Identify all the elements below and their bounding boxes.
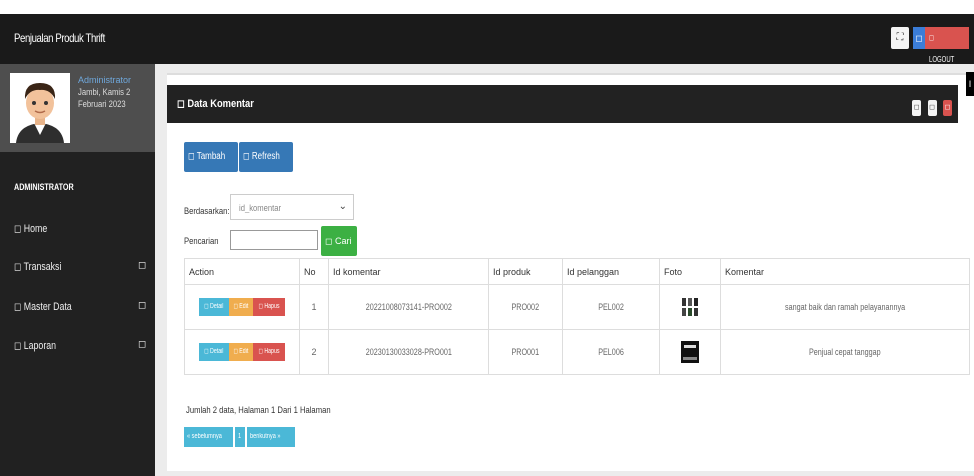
delete-button[interactable]: ◻ Hapus	[252, 298, 285, 316]
chevron-icon: ◻	[138, 300, 147, 311]
sidebar-item-transaksi[interactable]: ◻ Transaksi ◻	[0, 250, 155, 284]
filter-value: id_komentar	[239, 203, 282, 213]
close-icon[interactable]: ◻	[943, 100, 952, 116]
sidebar-item-label: ◻ Transaksi	[14, 261, 62, 273]
scroll-handle[interactable]: I	[966, 72, 974, 96]
id-pelanggan-text: PEL002	[598, 302, 624, 312]
delete-label: ◻ Hapus	[258, 303, 280, 310]
product-photo[interactable]	[681, 296, 699, 318]
page-label: 1	[238, 433, 242, 440]
cell-id-pelanggan: PEL006	[562, 329, 660, 375]
table-header: Id pelanggan	[562, 258, 660, 285]
user-icon-button[interactable]: ◻	[913, 27, 925, 49]
page-title: ◻ Data Komentar	[177, 98, 254, 110]
id-komentar-text: 20230130033028-PRO001	[365, 347, 452, 357]
top-navbar: Penjualan Produk Thrift ⛶ ◻ ◻ LOGOUT	[0, 14, 974, 64]
table-header: Action	[184, 258, 300, 285]
table-header: Foto	[659, 258, 721, 285]
search-input[interactable]	[230, 230, 318, 250]
table-row: ◻ Detail ◻ Edit ◻ Hapus 1 20221008073141-P…	[184, 284, 970, 330]
cell-photo	[659, 329, 721, 375]
add-label: ◻ Tambah	[188, 151, 226, 162]
maximize-icon[interactable]: ◻	[927, 100, 937, 116]
table-header: Id komentar	[328, 258, 489, 285]
filter-select[interactable]: id_komentar ⌄	[230, 194, 354, 220]
user-panel: Administrator Jambi, Kamis 2 Februari 20…	[0, 64, 155, 152]
avatar	[10, 73, 70, 143]
id-komentar-text: 20221008073141-PRO002	[365, 302, 452, 312]
chevron-icon: ◻	[138, 260, 147, 271]
sidebar: Administrator Jambi, Kamis 2 Februari 20…	[0, 64, 155, 476]
table-header: Komentar	[720, 258, 970, 285]
top-strip	[0, 0, 974, 14]
id-produk-text: PRO001	[511, 347, 540, 357]
sidebar-item-home[interactable]: ◻ Home	[0, 212, 155, 246]
cell-photo	[659, 284, 721, 330]
next-page-button[interactable]: berikutnya »	[247, 427, 295, 447]
detail-button[interactable]: ◻ Detail	[199, 298, 229, 316]
cell-id-komentar: 20221008073141-PRO002	[328, 284, 489, 330]
chevron-icon: ◻	[138, 339, 147, 350]
delete-button[interactable]: ◻ Hapus	[252, 343, 285, 361]
action-cell: ◻ Detail ◻ Edit ◻ Hapus	[184, 329, 300, 375]
edit-label: ◻ Edit	[233, 348, 249, 355]
cell-id-produk: PRO001	[488, 329, 563, 375]
id-produk-text: PRO002	[511, 302, 540, 312]
page-1-button[interactable]: 1	[235, 427, 245, 447]
table-header: Id produk	[488, 258, 563, 285]
sidebar-item-label: ◻ Laporan	[14, 340, 57, 352]
user-info: Administrator Jambi, Kamis 2 Februari 20…	[78, 74, 152, 110]
fullscreen-button[interactable]: ⛶	[891, 27, 909, 49]
user-date: Jambi, Kamis 2 Februari 2023	[78, 87, 131, 109]
komentar-text: Penjual cepat tanggap	[809, 347, 881, 357]
role-label: ADMINISTRATOR	[14, 182, 74, 192]
filter-label: Berdasarkan:	[184, 206, 230, 216]
sidebar-item-laporan[interactable]: ◻ Laporan ◻	[0, 329, 155, 363]
table-row: ◻ Detail ◻ Edit ◻ Hapus 2 20230130033028-P…	[184, 329, 970, 375]
prev-label: « sebelumnya	[187, 433, 222, 440]
cell-no: 1	[299, 284, 329, 330]
cell-id-produk: PRO002	[488, 284, 563, 330]
cell-komentar: Penjual cepat tanggap	[720, 329, 970, 375]
action-cell: ◻ Detail ◻ Edit ◻ Hapus	[184, 284, 300, 330]
sidebar-item-master-data[interactable]: ◻ Master Data ◻	[0, 290, 155, 324]
brand-title[interactable]: Penjualan Produk Thrift	[14, 31, 105, 45]
edit-button[interactable]: ◻ Edit	[228, 343, 253, 361]
comments-table: Action No Id komentar Id produk Id pelan…	[184, 258, 970, 375]
id-pelanggan-text: PEL006	[598, 347, 624, 357]
search-label: Pencarian	[184, 236, 219, 246]
refresh-label: ◻ Refresh	[243, 151, 280, 162]
cell-no: 2	[299, 329, 329, 375]
sidebar-item-label: ◻ Master Data	[14, 301, 72, 313]
cell-id-komentar: 20230130033028-PRO001	[328, 329, 489, 375]
detail-button[interactable]: ◻ Detail	[199, 343, 229, 361]
cell-komentar: sangat baik dan ramah pelayanannya	[720, 284, 970, 330]
edit-label: ◻ Edit	[233, 303, 249, 310]
table-header: No	[299, 258, 329, 285]
table-header-row: Action No Id komentar Id produk Id pelan…	[184, 258, 970, 285]
komentar-text: sangat baik dan ramah pelayanannya	[784, 302, 906, 312]
product-photo[interactable]	[681, 341, 699, 363]
chevron-down-icon: ⌄	[338, 201, 347, 212]
pagination-info: Jumlah 2 data, Halaman 1 Dari 1 Halaman	[186, 405, 331, 415]
sidebar-item-label: ◻ Home	[14, 223, 48, 235]
user-name[interactable]: Administrator	[78, 74, 152, 86]
prev-page-button[interactable]: « sebelumnya	[184, 427, 233, 447]
add-button[interactable]: ◻ Tambah	[184, 142, 239, 172]
detail-label: ◻ Detail	[204, 348, 224, 355]
detail-label: ◻ Detail	[204, 303, 224, 310]
refresh-button[interactable]: ◻ Refresh	[239, 142, 294, 172]
box-tools: ◻ ◻ ◻	[910, 96, 952, 116]
next-label: berikutnya »	[250, 433, 281, 440]
logout-button[interactable]: ◻ LOGOUT	[925, 27, 969, 64]
collapse-icon[interactable]: ◻	[912, 100, 922, 116]
delete-label: ◻ Hapus	[258, 348, 280, 355]
cell-id-pelanggan: PEL002	[562, 284, 660, 330]
search-button[interactable]: ◻ Cari	[321, 226, 357, 256]
box-header: ◻ Data Komentar ◻ ◻ ◻	[167, 85, 958, 123]
edit-button[interactable]: ◻ Edit	[228, 298, 253, 316]
